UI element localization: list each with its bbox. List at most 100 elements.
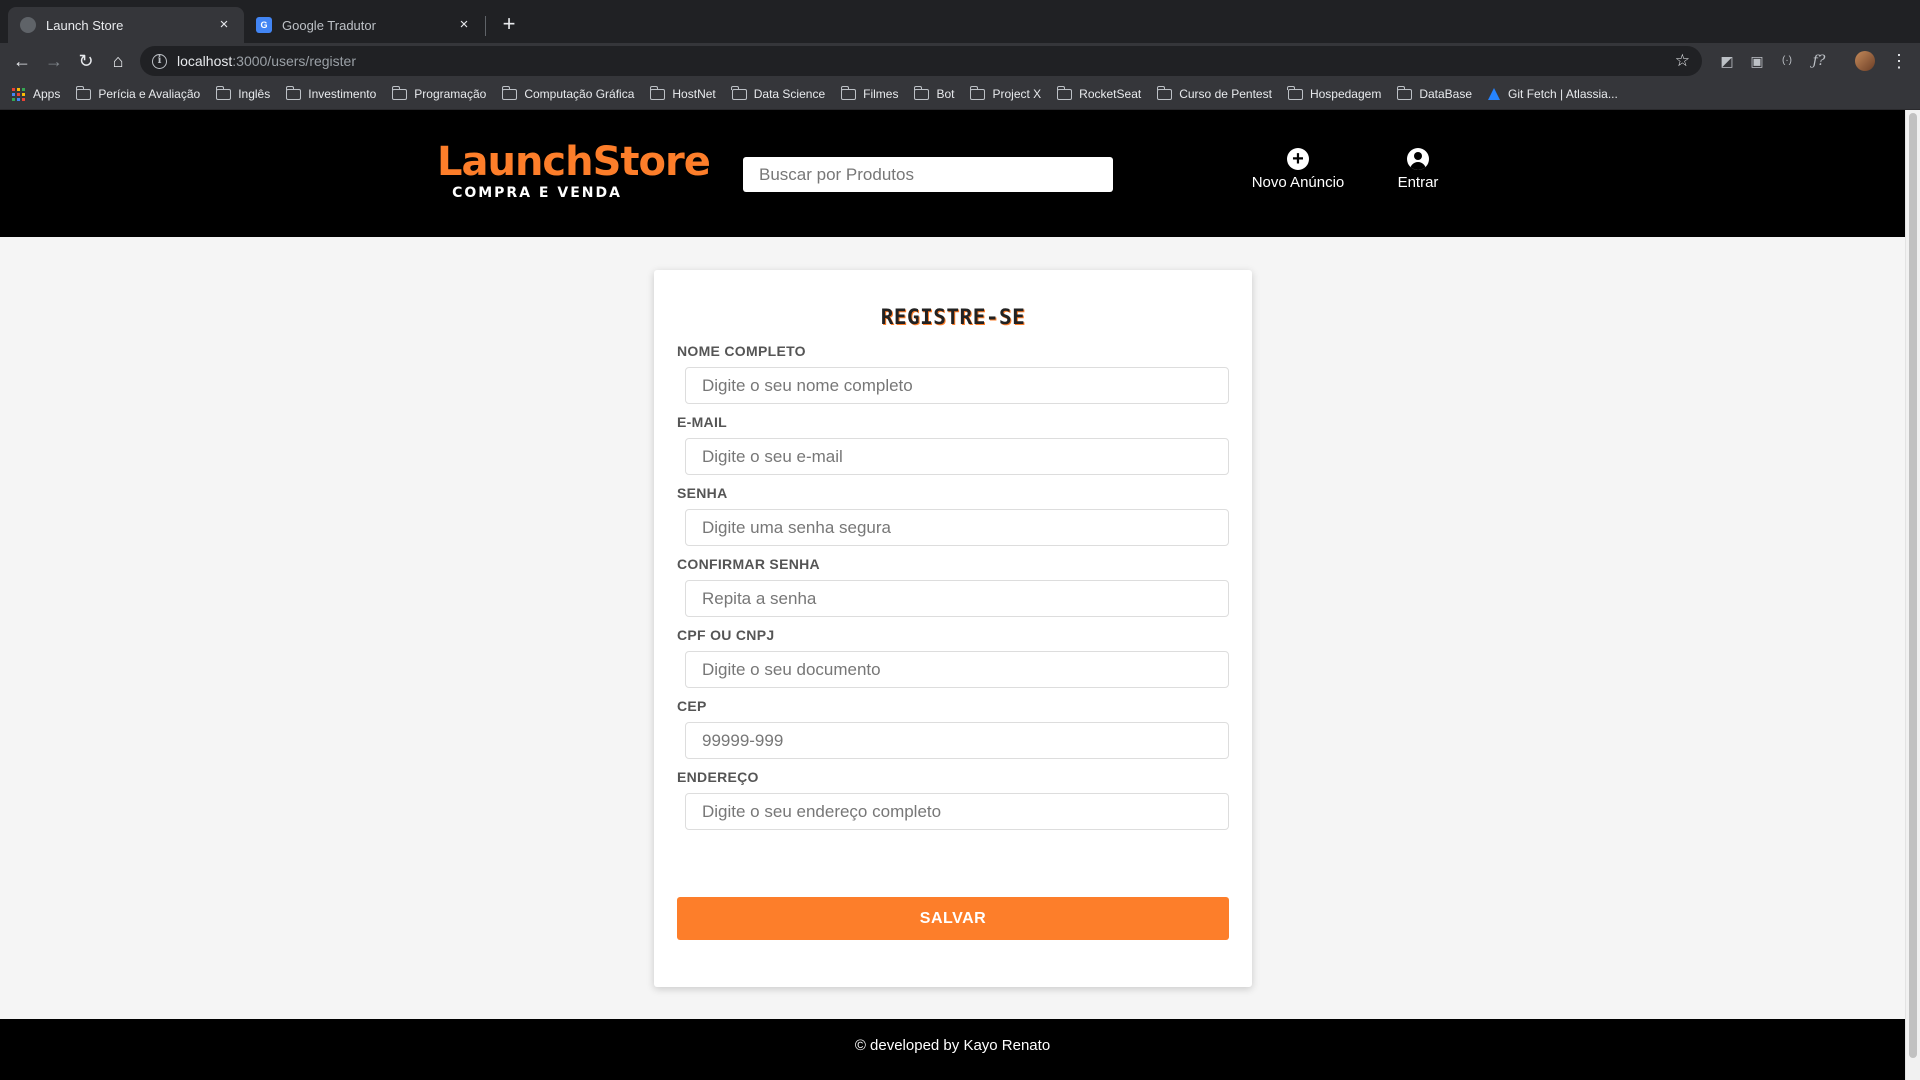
apps-grid-icon	[12, 87, 25, 101]
bookmark-label: Git Fetch | Atlassia...	[1508, 87, 1618, 101]
folder-icon	[649, 85, 666, 100]
bookmark-atlassian[interactable]: Git Fetch | Atlassia...	[1488, 87, 1618, 101]
bookmark-label: Perícia e Avaliação	[98, 87, 201, 101]
folder-icon	[1156, 85, 1173, 100]
login-link[interactable]: Entrar	[1393, 148, 1443, 191]
search-input[interactable]	[743, 157, 1113, 192]
new-ad-link[interactable]: + Novo Anúncio	[1248, 148, 1348, 191]
tab-divider	[485, 16, 486, 36]
extension-icon[interactable]: ▣	[1747, 51, 1767, 71]
atlassian-icon	[1488, 88, 1501, 100]
folder-icon	[913, 85, 930, 100]
tab-google-tradutor[interactable]: G Google Tradutor ×	[244, 7, 484, 43]
folder-icon	[1056, 85, 1073, 100]
plus-circle-icon: +	[1287, 148, 1309, 170]
login-label: Entrar	[1397, 174, 1439, 191]
bookmark-label: Bot	[936, 87, 955, 101]
extension-icon[interactable]: (·)	[1777, 51, 1797, 71]
page-scrollbar[interactable]	[1905, 110, 1920, 1080]
bookmark-label: Inglês	[238, 87, 271, 101]
confirm-password-field[interactable]	[685, 580, 1229, 617]
cep-field[interactable]	[685, 722, 1229, 759]
bookmark-label: Data Science	[753, 87, 826, 101]
logo-brand: LaunchStore	[437, 139, 711, 185]
close-tab-icon[interactable]: ×	[456, 17, 472, 33]
save-button[interactable]: SALVAR	[677, 897, 1229, 940]
google-translate-icon: G	[256, 17, 272, 33]
folder-icon	[285, 85, 302, 100]
bookmark-folder[interactable]: DataBase	[1396, 85, 1472, 101]
bookmark-label: Curso de Pentest	[1179, 87, 1272, 101]
bookmark-label: Filmes	[863, 87, 899, 101]
bookmark-label: RocketSeat	[1079, 87, 1142, 101]
bookmark-label: Computação Gráfica	[524, 87, 635, 101]
bookmark-label: Investimento	[308, 87, 377, 101]
tab-title: Google Tradutor	[282, 17, 376, 33]
folder-icon	[731, 85, 747, 100]
full-name-field[interactable]	[685, 367, 1229, 404]
folder-icon	[75, 85, 92, 100]
bookmark-folder[interactable]: Project X	[969, 85, 1041, 101]
document-field[interactable]	[685, 651, 1229, 688]
bookmark-folder[interactable]: RocketSeat	[1056, 85, 1142, 101]
tab-launch-store[interactable]: Launch Store ×	[8, 7, 244, 43]
bookmark-folder[interactable]: Programação	[391, 85, 487, 101]
site-header: LaunchStore COMPRA E VENDA + Novo Anúnci…	[0, 110, 1905, 237]
folder-icon	[840, 85, 857, 100]
bookmark-folder[interactable]: Bot	[913, 85, 955, 101]
password-label: SENHA	[677, 485, 728, 501]
close-tab-icon[interactable]: ×	[216, 17, 232, 33]
bookmark-apps[interactable]: Apps	[12, 87, 60, 101]
bookmark-label: HostNet	[672, 87, 716, 101]
bookmark-folder[interactable]: Computação Gráfica	[501, 85, 635, 101]
bookmark-label: Programação	[414, 87, 487, 101]
register-form: REGISTRE-SE NOME COMPLETO E-MAIL SENHA C…	[654, 270, 1252, 987]
bookmark-folder[interactable]: Hospedagem	[1287, 85, 1381, 101]
new-ad-label: Novo Anúncio	[1251, 174, 1345, 191]
user-circle-icon	[1407, 148, 1429, 170]
address-bar[interactable]: i localhost:3000/users/register ☆	[140, 46, 1702, 76]
site-info-icon[interactable]: i	[152, 53, 167, 69]
address-label: ENDEREÇO	[677, 769, 759, 785]
bookmark-folder[interactable]: Data Science	[731, 85, 826, 101]
cep-label: CEP	[677, 698, 707, 714]
name-label: NOME COMPLETO	[677, 343, 806, 359]
new-tab-button[interactable]: +	[496, 12, 522, 38]
bookmark-folder[interactable]: Perícia e Avaliação	[75, 85, 201, 101]
form-title: REGISTRE-SE	[880, 305, 1026, 329]
bookmark-folder[interactable]: Inglês	[215, 85, 271, 101]
folder-icon	[1287, 85, 1303, 100]
folder-icon	[215, 85, 232, 100]
home-icon[interactable]: ⌂	[104, 47, 132, 75]
extension-icon[interactable]: ◩	[1717, 51, 1737, 71]
folder-icon	[501, 85, 518, 100]
email-label: E-MAIL	[677, 414, 728, 430]
globe-icon	[20, 17, 36, 33]
bookmark-folder[interactable]: Filmes	[840, 85, 899, 101]
page-viewport: LaunchStore COMPRA E VENDA + Novo Anúnci…	[0, 110, 1905, 1080]
email-field[interactable]	[685, 438, 1229, 475]
bookmark-folder[interactable]: Investimento	[285, 85, 377, 101]
bookmark-label: Apps	[33, 87, 61, 101]
password-field[interactable]	[685, 509, 1229, 546]
back-arrow-icon[interactable]: ←	[8, 47, 36, 75]
bookmarks-bar: Apps Perícia e Avaliação Inglês Investim…	[0, 79, 1920, 110]
logo[interactable]: LaunchStore COMPRA E VENDA	[437, 139, 711, 201]
browser-toolbar: ← → ↻ ⌂ i localhost:3000/users/register …	[0, 43, 1920, 79]
reload-icon[interactable]: ↻	[72, 47, 100, 75]
bookmark-folder[interactable]: HostNet	[649, 85, 716, 101]
address-field[interactable]	[685, 793, 1229, 830]
formula-extension-icon[interactable]: ƒ?	[1809, 51, 1829, 71]
url-path: :3000/users/register	[232, 53, 356, 69]
tab-title: Launch Store	[46, 17, 124, 33]
logo-tagline: COMPRA E VENDA	[452, 185, 622, 201]
scrollbar-thumb[interactable]	[1909, 113, 1917, 1058]
confirm-password-label: CONFIRMAR SENHA	[677, 556, 820, 572]
forward-arrow-icon[interactable]: →	[40, 47, 68, 75]
url-host: localhost	[177, 53, 233, 69]
document-label: CPF OU CNPJ	[677, 627, 775, 643]
bookmark-folder[interactable]: Curso de Pentest	[1156, 85, 1272, 101]
bookmark-star-icon[interactable]: ☆	[1675, 51, 1690, 71]
browser-menu-icon[interactable]: ⋮	[1890, 49, 1908, 73]
profile-avatar[interactable]	[1855, 51, 1875, 71]
